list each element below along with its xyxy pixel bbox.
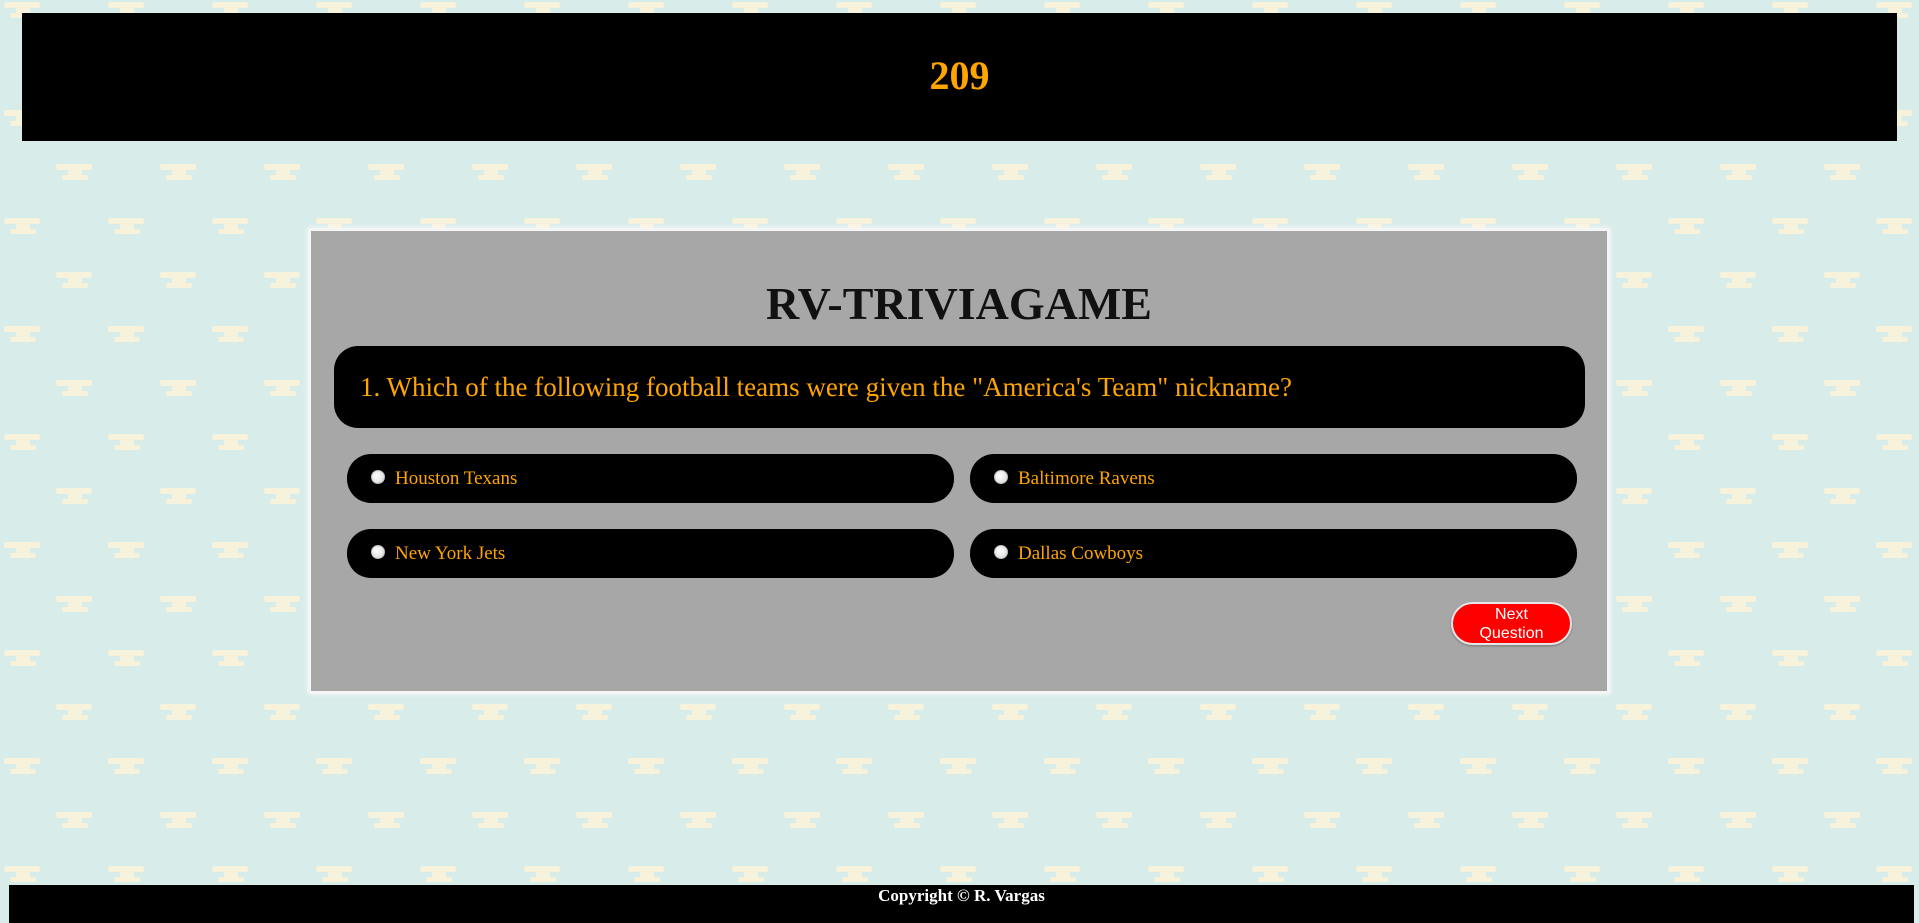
answer-option-4[interactable]: Dallas Cowboys <box>970 529 1577 578</box>
answer-option-3[interactable]: New York Jets <box>347 529 954 578</box>
answer-label: Houston Texans <box>395 467 518 489</box>
game-title: RV-TRIVIAGAME <box>766 278 1152 329</box>
next-question-button[interactable]: Next Question <box>1451 602 1572 645</box>
question-box: 1. Which of the following football teams… <box>334 346 1585 428</box>
radio-button-icon[interactable] <box>994 545 1008 559</box>
footer: Copyright © R. Vargas <box>9 885 1914 923</box>
copyright-text: Copyright © R. Vargas <box>878 886 1045 905</box>
answer-label: Baltimore Ravens <box>1018 467 1155 489</box>
countdown-timer: 209 <box>929 52 990 98</box>
radio-button-icon[interactable] <box>371 470 385 484</box>
answer-option-2[interactable]: Baltimore Ravens <box>970 454 1577 503</box>
answer-option-1[interactable]: Houston Texans <box>347 454 954 503</box>
answer-label: Dallas Cowboys <box>1018 542 1144 564</box>
answer-label: New York Jets <box>395 542 506 564</box>
radio-button-icon[interactable] <box>994 470 1008 484</box>
question-text: 1. Which of the following football teams… <box>360 371 1292 402</box>
game-panel: RV-TRIVIAGAME 1. Which of the following … <box>308 228 1610 694</box>
radio-button-icon[interactable] <box>371 545 385 559</box>
timer-bar: 209 <box>22 13 1897 141</box>
